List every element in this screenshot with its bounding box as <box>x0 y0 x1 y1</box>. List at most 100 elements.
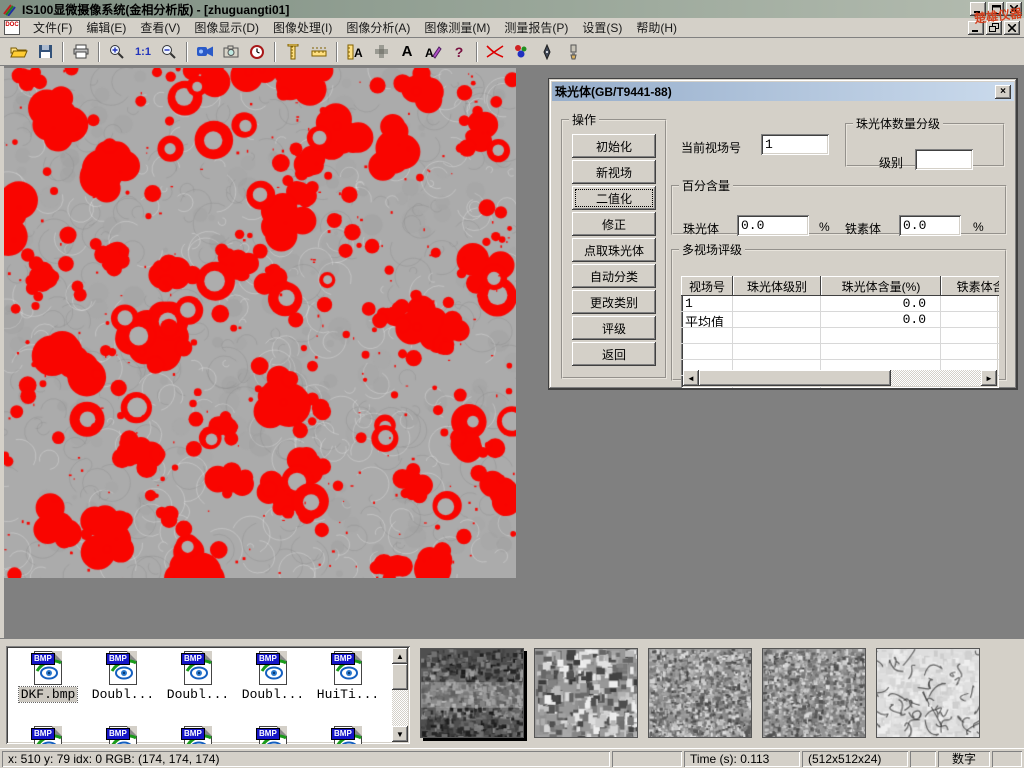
document-icon[interactable]: DOC <box>4 20 20 35</box>
minimize-button[interactable] <box>970 2 986 16</box>
child-minimize-button[interactable] <box>968 21 984 35</box>
pearlite-percent-input[interactable] <box>737 215 809 236</box>
toolbar: 1:1 A A A ? <box>0 38 1024 66</box>
brush-button[interactable] <box>560 40 586 64</box>
annotate-button[interactable]: A <box>420 40 446 64</box>
child-close-button[interactable] <box>1004 21 1020 35</box>
measure-text-button[interactable]: A <box>342 40 368 64</box>
file-name[interactable]: Doubl... <box>240 687 306 702</box>
file-item-Doubl...[interactable]: BMPDoubl... <box>162 651 234 702</box>
text-button[interactable]: A <box>394 40 420 64</box>
current-field-input[interactable] <box>761 134 829 155</box>
ruler-button[interactable] <box>306 40 332 64</box>
menu-item-8[interactable]: 设置(S) <box>575 17 629 38</box>
menu-item-0[interactable]: 文件(F) <box>26 17 79 38</box>
menu-item-9[interactable]: 帮助(H) <box>629 17 684 38</box>
micro-thumbnail-2[interactable] <box>534 648 638 738</box>
file-list-scrollbar[interactable]: ▲ ▼ <box>392 648 408 742</box>
file-item[interactable]: BMP <box>87 726 159 744</box>
menu-item-3[interactable]: 图像显示(D) <box>187 17 266 38</box>
op-button-8[interactable]: 返回 <box>572 342 656 366</box>
file-name[interactable]: Doubl... <box>165 687 231 702</box>
op-button-3[interactable]: 修正 <box>572 212 656 236</box>
help-button[interactable]: ? <box>446 40 472 64</box>
child-restore-button[interactable] <box>986 21 1002 35</box>
bmp-file-icon: BMP <box>256 651 290 685</box>
open-button[interactable] <box>6 40 32 64</box>
file-browser[interactable]: BMPDKF.bmpBMPDoubl...BMPDoubl...BMPDoubl… <box>6 646 410 744</box>
table-row[interactable] <box>681 344 999 360</box>
file-item-Doubl...[interactable]: BMP Doubl... <box>237 651 309 702</box>
dialog-title: 珠光体(GB/T9441-88) <box>555 83 672 100</box>
measure-text-icon: A <box>347 44 364 60</box>
scroll-up-button[interactable]: ▲ <box>392 648 408 664</box>
dialog-title-bar[interactable]: 珠光体(GB/T9441-88) × <box>552 82 1014 101</box>
op-button-4[interactable]: 点取珠光体 <box>572 238 656 262</box>
menu-item-5[interactable]: 图像分析(A) <box>339 17 417 38</box>
window-title: IS100显微摄像系统(金相分析版) - [zhuguangti01] <box>22 1 289 18</box>
save-button[interactable] <box>32 40 58 64</box>
file-item-Doubl...[interactable]: BMPDoubl... <box>87 651 159 702</box>
micro-image[interactable] <box>4 68 516 578</box>
op-button-0[interactable]: 初始化 <box>572 134 656 158</box>
pen-button[interactable] <box>534 40 560 64</box>
op-button-7[interactable]: 评级 <box>572 316 656 340</box>
micro-thumbnail-1[interactable] <box>420 648 524 738</box>
caliper-button[interactable] <box>280 40 306 64</box>
grid-count-button[interactable] <box>368 40 394 64</box>
op-button-6[interactable]: 更改类别 <box>572 290 656 314</box>
actual-size-button[interactable]: 1:1 <box>130 40 156 64</box>
menu-item-1[interactable]: 编辑(E) <box>79 17 133 38</box>
video-capture-button[interactable] <box>192 40 218 64</box>
scroll-left-button[interactable]: ◄ <box>683 370 699 386</box>
micro-thumbnail-3[interactable] <box>648 648 752 738</box>
menu-item-4[interactable]: 图像处理(I) <box>266 17 339 38</box>
zoom-out-button[interactable] <box>156 40 182 64</box>
maximize-button[interactable] <box>988 2 1004 16</box>
rating-table[interactable]: 视场号珠光体级别珠光体含量(%)铁素体含量(%) 10.0平均值0.0 ◄ ► <box>681 276 999 388</box>
op-button-2[interactable]: 二值化 <box>572 186 656 210</box>
file-name[interactable]: HuiTi... <box>315 687 381 702</box>
table-column-header[interactable]: 珠光体含量(%) <box>821 276 941 296</box>
scrollbar-thumb[interactable] <box>699 370 891 386</box>
grade-group-label: 珠光体数量分级 <box>853 115 943 132</box>
timer-button[interactable] <box>244 40 270 64</box>
snapshot-button[interactable] <box>218 40 244 64</box>
file-item[interactable]: BMP <box>312 726 384 744</box>
table-cell <box>941 328 999 343</box>
dialog-close-button[interactable]: × <box>995 85 1011 99</box>
op-button-1[interactable]: 新视场 <box>572 160 656 184</box>
current-field-label: 当前视场号 <box>681 139 741 156</box>
table-column-header[interactable]: 视场号 <box>681 276 733 296</box>
menu-item-2[interactable]: 查看(V) <box>133 17 187 38</box>
close-button[interactable] <box>1006 2 1022 16</box>
scrollbar-thumb[interactable] <box>392 664 408 690</box>
table-row[interactable]: 10.0 <box>681 296 999 312</box>
scroll-down-button[interactable]: ▼ <box>392 726 408 742</box>
file-name[interactable]: DKF.bmp <box>19 687 78 702</box>
table-row[interactable] <box>681 328 999 344</box>
menu-item-6[interactable]: 图像测量(M) <box>417 17 497 38</box>
micro-thumbnail-5[interactable] <box>876 648 980 738</box>
table-column-header[interactable]: 珠光体级别 <box>733 276 821 296</box>
scroll-right-button[interactable]: ► <box>981 370 997 386</box>
zoom-in-button[interactable] <box>104 40 130 64</box>
file-item[interactable]: BMP <box>12 726 84 744</box>
curve-tool-button[interactable] <box>482 40 508 64</box>
ferrite-percent-input[interactable] <box>899 215 961 236</box>
file-item[interactable]: BMP <box>237 726 309 744</box>
table-row[interactable]: 平均值0.0 <box>681 312 999 328</box>
op-button-5[interactable]: 自动分类 <box>572 264 656 288</box>
file-item[interactable]: BMP <box>162 726 234 744</box>
table-h-scrollbar[interactable]: ◄ ► <box>683 370 997 386</box>
grade-input[interactable] <box>915 149 973 170</box>
caliper-icon <box>286 44 300 60</box>
particle-count-button[interactable] <box>508 40 534 64</box>
table-column-header[interactable]: 铁素体含量(%) <box>941 276 999 296</box>
file-name[interactable]: Doubl... <box>90 687 156 702</box>
file-item-HuiTi...[interactable]: BMPHuiTi... <box>312 651 384 702</box>
file-item-DKF.bmp[interactable]: BMPDKF.bmp <box>12 651 84 702</box>
print-button[interactable] <box>68 40 94 64</box>
menu-item-7[interactable]: 测量报告(P) <box>497 17 575 38</box>
micro-thumbnail-4[interactable] <box>762 648 866 738</box>
